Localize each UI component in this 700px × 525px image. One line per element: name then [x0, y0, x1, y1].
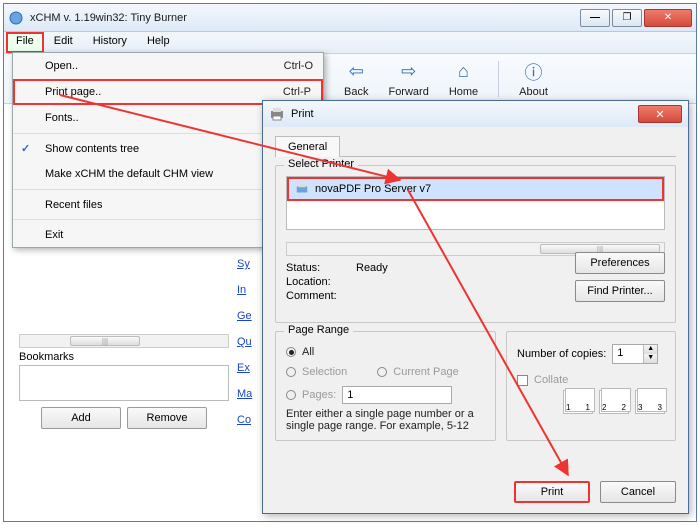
- content-link[interactable]: Ge: [237, 310, 252, 322]
- arrow-left-icon: ⇦: [344, 60, 368, 84]
- status-label: Status:: [286, 262, 356, 274]
- info-icon: ⓘ: [522, 60, 546, 84]
- bookmarks-dropdown[interactable]: [19, 365, 229, 401]
- radio-icon: [377, 367, 387, 377]
- sidebar-scrollbar[interactable]: |||: [19, 334, 229, 348]
- spinner-down-icon[interactable]: ▼: [643, 354, 657, 363]
- radio-icon: [286, 347, 296, 357]
- find-printer-button[interactable]: Find Printer...: [575, 280, 665, 302]
- content-link[interactable]: Ex: [237, 362, 252, 374]
- cancel-button[interactable]: Cancel: [600, 481, 676, 503]
- print-button[interactable]: Print: [514, 481, 590, 503]
- printer-item-selected[interactable]: novaPDF Pro Server v7: [287, 177, 664, 201]
- check-icon: ✓: [21, 142, 30, 155]
- minimize-button[interactable]: [580, 9, 610, 27]
- checkbox-icon: [517, 375, 528, 386]
- window-title: xCHM v. 1.19win32: Tiny Burner: [30, 12, 580, 24]
- print-dialog: Print General Select Printer novaPDF Pro…: [262, 100, 689, 514]
- home-icon: ⌂: [451, 60, 475, 84]
- toolbar-back[interactable]: ⇦ Back: [344, 60, 368, 98]
- radio-icon: [286, 390, 296, 400]
- copies-value: 1: [613, 345, 643, 363]
- titlebar: xCHM v. 1.19win32: Tiny Burner: [4, 4, 696, 32]
- printer-icon: [269, 106, 285, 122]
- menu-history[interactable]: History: [83, 32, 137, 53]
- print-dialog-title: Print: [291, 108, 638, 120]
- printer-icon: [295, 182, 309, 196]
- page-range-group: Page Range All Selection Current Page Pa…: [275, 331, 496, 441]
- radio-icon: [286, 367, 296, 377]
- content-links: Fe Sy In Ge Qu Ex Ma Co: [237, 232, 252, 426]
- toolbar-forward-label: Forward: [388, 86, 428, 98]
- arrow-right-icon: ⇨: [397, 60, 421, 84]
- toolbar-home[interactable]: ⌂ Home: [449, 60, 478, 98]
- copies-spinner[interactable]: 1 ▲▼: [612, 344, 658, 364]
- maximize-button[interactable]: [612, 9, 642, 27]
- tab-general[interactable]: General: [275, 136, 340, 157]
- bookmarks-label: Bookmarks: [19, 351, 229, 363]
- copies-group: Number of copies: 1 ▲▼ Collate 11 22 33: [506, 331, 676, 441]
- collate-illustration: 11 22 33: [517, 390, 665, 414]
- app-icon: [8, 10, 24, 26]
- menu-file[interactable]: File: [6, 32, 44, 53]
- content-link[interactable]: Qu: [237, 336, 252, 348]
- collate-checkbox: Collate: [517, 374, 665, 386]
- printer-list[interactable]: novaPDF Pro Server v7: [286, 176, 665, 230]
- menubar: File Edit History Help: [4, 32, 696, 54]
- radio-current-page: Current Page: [377, 366, 458, 378]
- comment-label: Comment:: [286, 290, 356, 302]
- toolbar-back-label: Back: [344, 86, 368, 98]
- content-link[interactable]: Co: [237, 414, 252, 426]
- print-dialog-titlebar: Print: [263, 101, 688, 127]
- printer-name: novaPDF Pro Server v7: [315, 183, 431, 195]
- sidebar: ||| Bookmarks Add Remove: [19, 334, 229, 429]
- toolbar-about[interactable]: ⓘ About: [519, 60, 548, 98]
- content-link[interactable]: In: [237, 284, 252, 296]
- content-link[interactable]: Sy: [237, 258, 252, 270]
- toolbar-forward[interactable]: ⇨ Forward: [388, 60, 428, 98]
- select-printer-group: Select Printer novaPDF Pro Server v7 |||…: [275, 165, 676, 323]
- remove-bookmark-button[interactable]: Remove: [127, 407, 207, 429]
- print-dialog-close-button[interactable]: [638, 105, 682, 123]
- menu-help[interactable]: Help: [137, 32, 180, 53]
- select-printer-legend: Select Printer: [284, 158, 358, 170]
- page-range-legend: Page Range: [284, 324, 353, 336]
- close-button[interactable]: [644, 9, 692, 27]
- menu-edit[interactable]: Edit: [44, 32, 83, 53]
- print-tabs: General: [275, 135, 676, 157]
- radio-selection: Selection: [286, 366, 347, 378]
- copies-label: Number of copies:: [517, 348, 606, 360]
- toolbar-home-label: Home: [449, 86, 478, 98]
- menu-item-open[interactable]: Open.. Ctrl-O: [13, 53, 323, 79]
- spinner-up-icon[interactable]: ▲: [643, 345, 657, 354]
- radio-pages[interactable]: Pages:: [286, 386, 485, 404]
- radio-all[interactable]: All: [286, 346, 485, 358]
- toolbar-about-label: About: [519, 86, 548, 98]
- add-bookmark-button[interactable]: Add: [41, 407, 121, 429]
- content-link[interactable]: Ma: [237, 388, 252, 400]
- location-label: Location:: [286, 276, 356, 288]
- preferences-button[interactable]: Preferences: [575, 252, 665, 274]
- pages-input[interactable]: [342, 386, 452, 404]
- page-range-hint: Enter either a single page number or a s…: [286, 408, 485, 432]
